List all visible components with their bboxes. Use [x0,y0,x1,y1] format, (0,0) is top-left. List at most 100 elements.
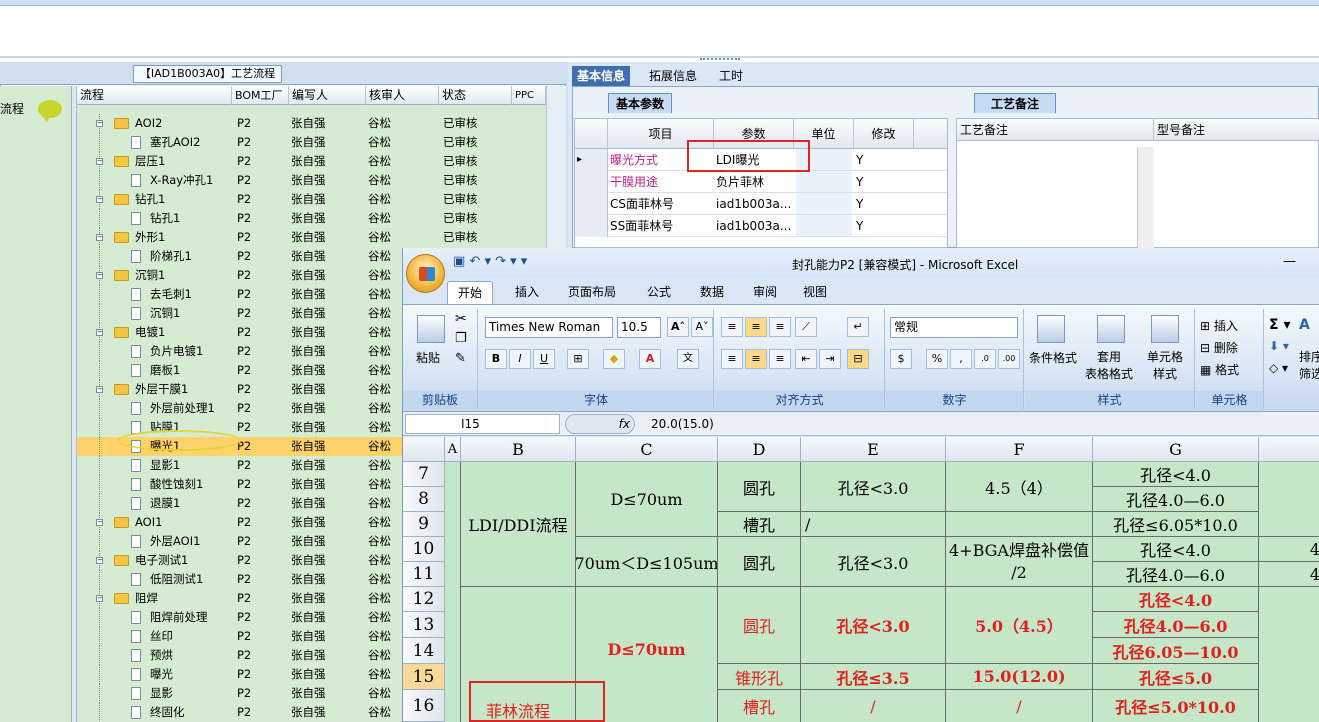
wrap-text-icon[interactable]: ↵ [847,317,869,337]
col-header-a[interactable]: A [445,437,461,462]
collapse-icon[interactable]: − [96,120,103,127]
orientation-icon[interactable]: ⟋ [795,317,817,337]
fill-icon[interactable]: ⬇ ▾ [1269,339,1289,353]
cell-g9[interactable]: 孔径≤6.05*10.0 [1093,512,1259,537]
font-size-select[interactable]: 10.5 [617,317,661,338]
col-header-status[interactable]: 状态 [439,86,512,105]
worksheet[interactable]: A B C D E F G 7 8 9 10 11 12 13 14 15 16 LDI/DDI流… [403,437,1319,722]
italic-icon[interactable]: I [509,349,531,369]
cell-d9[interactable]: 槽孔 [718,512,801,537]
param-edit[interactable]: Y [856,149,863,171]
increase-decimal-icon[interactable]: .0 [974,349,996,369]
tree-row[interactable]: − AOI2 P2 张自强 谷松 已审核 [77,114,546,133]
tree-row[interactable]: − 层压1 P2 张自强 谷松 已审核 [77,152,546,171]
collapse-icon[interactable]: − [96,329,103,336]
bold-icon[interactable]: B [485,349,507,369]
tab-basic-params[interactable]: 基本参数 [608,93,672,113]
cell-c-d70-105[interactable]: 70um＜D≤105um [576,537,718,587]
row-header[interactable]: 15 [403,664,445,690]
collapse-icon[interactable]: − [96,386,103,393]
font-name-select[interactable]: Times New Roman [485,317,613,338]
notes-col-process[interactable]: 工艺备注 [957,119,1154,141]
tree-row[interactable]: 塞孔AOI2 P2 张自强 谷松 已审核 [77,133,546,152]
param-value[interactable]: iad1b003a... [716,215,792,237]
cell-f15[interactable]: 15.0(12.0) [946,664,1093,690]
ribbon-tab-formula[interactable]: 公式 [637,281,681,305]
col-header-flow[interactable]: 流程 [77,86,232,105]
copy-icon[interactable]: ❐ [455,331,467,346]
cell-d10[interactable]: 圆孔 [718,537,801,587]
paste-icon[interactable] [417,315,445,343]
delete-cells-button[interactable]: ⊟ 删除 [1200,339,1238,356]
param-edit[interactable]: Y [856,215,863,237]
cell-d15[interactable]: 锥形孔 [718,664,801,690]
cell-c-d70[interactable]: D≤70um [576,462,718,537]
cell-b-ldi[interactable]: LDI/DDI流程 [461,462,576,587]
tree-row[interactable]: − 钻孔1 P2 张自强 谷松 已审核 [77,190,546,209]
comma-icon[interactable]: , [950,349,972,369]
format-painter-icon[interactable]: ✎ [455,351,466,366]
row-header[interactable]: 8 [403,487,445,512]
decrease-indent-icon[interactable]: ⇤ [795,349,817,369]
row-header[interactable]: 9 [403,512,445,537]
col-header-ppc[interactable]: PPC [512,86,546,105]
font-color-icon[interactable]: A [639,349,661,369]
cell-f7[interactable]: 4.5（4） [946,462,1093,512]
autosum-icon[interactable]: Σ ▾ [1269,317,1290,333]
param-edit[interactable]: Y [856,171,863,193]
col-header-e[interactable]: E [801,437,946,462]
row-header[interactable]: 7 [403,462,445,487]
col-header-bom[interactable]: BOM工厂 [232,86,289,105]
collapse-icon[interactable]: − [96,557,103,564]
cell-g12[interactable]: 孔径<4.0 [1093,587,1259,612]
cell-e9[interactable]: / [801,512,946,537]
percent-icon[interactable]: % [926,349,948,369]
col-header-reviewer[interactable]: 核审人 [366,86,439,105]
cut-icon[interactable]: ✂ [455,311,467,327]
cell-h12[interactable] [1259,587,1319,722]
increase-indent-icon[interactable]: ⇥ [819,349,841,369]
currency-icon[interactable]: $ [890,349,912,369]
cell-g10[interactable]: 孔径<4.0 [1093,537,1259,562]
underline-icon[interactable]: U [533,349,555,369]
merge-center-icon[interactable]: ⊟ [847,349,869,369]
collapse-icon[interactable]: − [96,196,103,203]
paste-button[interactable]: 粘贴 [416,349,440,366]
param-edit[interactable]: Y [856,193,863,215]
ribbon-tab-insert[interactable]: 插入 [505,281,549,305]
cell-h7[interactable] [1259,462,1319,537]
tab-basic-info[interactable]: 基本信息 [572,66,631,87]
param-value[interactable]: 负片菲林 [716,171,792,193]
param-unit[interactable] [796,193,852,214]
fill-color-icon[interactable]: ◆ [603,349,625,369]
cell-d16[interactable]: 槽孔 [718,690,801,722]
cell-style-icon[interactable] [1151,315,1179,343]
cell-e10[interactable]: 孔径<3.0 [801,537,946,587]
params-col-edit[interactable]: 修改 [854,119,914,149]
cell-g13[interactable]: 孔径4.0—6.0 [1093,612,1259,638]
align-bottom-icon[interactable]: ≡ [769,317,791,337]
align-center-icon[interactable]: ≡ [745,349,767,369]
row-indicator[interactable]: ▸ [575,149,608,171]
ribbon-tab-home[interactable]: 开始 [447,281,494,305]
tree-row[interactable]: − 外形1 P2 张自强 谷松 已审核 [77,228,546,247]
params-row[interactable]: CS面菲林号 iad1b003a... Y [575,193,947,215]
tree-row[interactable]: 钻孔1 P2 张自强 谷松 已审核 [77,209,546,228]
collapse-icon[interactable]: − [96,234,103,241]
cell-f9[interactable] [946,512,1093,537]
chat-icon[interactable] [38,100,62,122]
col-header-c[interactable]: C [576,437,718,462]
shrink-font-icon[interactable]: A˅ [691,317,713,337]
collapse-icon[interactable]: − [96,519,103,526]
insert-cells-button[interactable]: ⊞ 插入 [1200,317,1238,334]
cell-g16[interactable]: 孔径≤5.0*10.0 [1093,690,1259,722]
row-header[interactable]: 14 [403,638,445,664]
row-header[interactable]: 10 [403,537,445,562]
cell-f16[interactable]: / [946,690,1093,722]
cell-e7[interactable]: 孔径<3.0 [801,462,946,512]
row-indicator[interactable] [575,193,608,215]
align-right-icon[interactable]: ≡ [769,349,791,369]
row-header[interactable]: 16 [403,690,445,722]
border-icon[interactable]: ⊞ [567,349,589,369]
cell-e15[interactable]: 孔径≤3.5 [801,664,946,690]
